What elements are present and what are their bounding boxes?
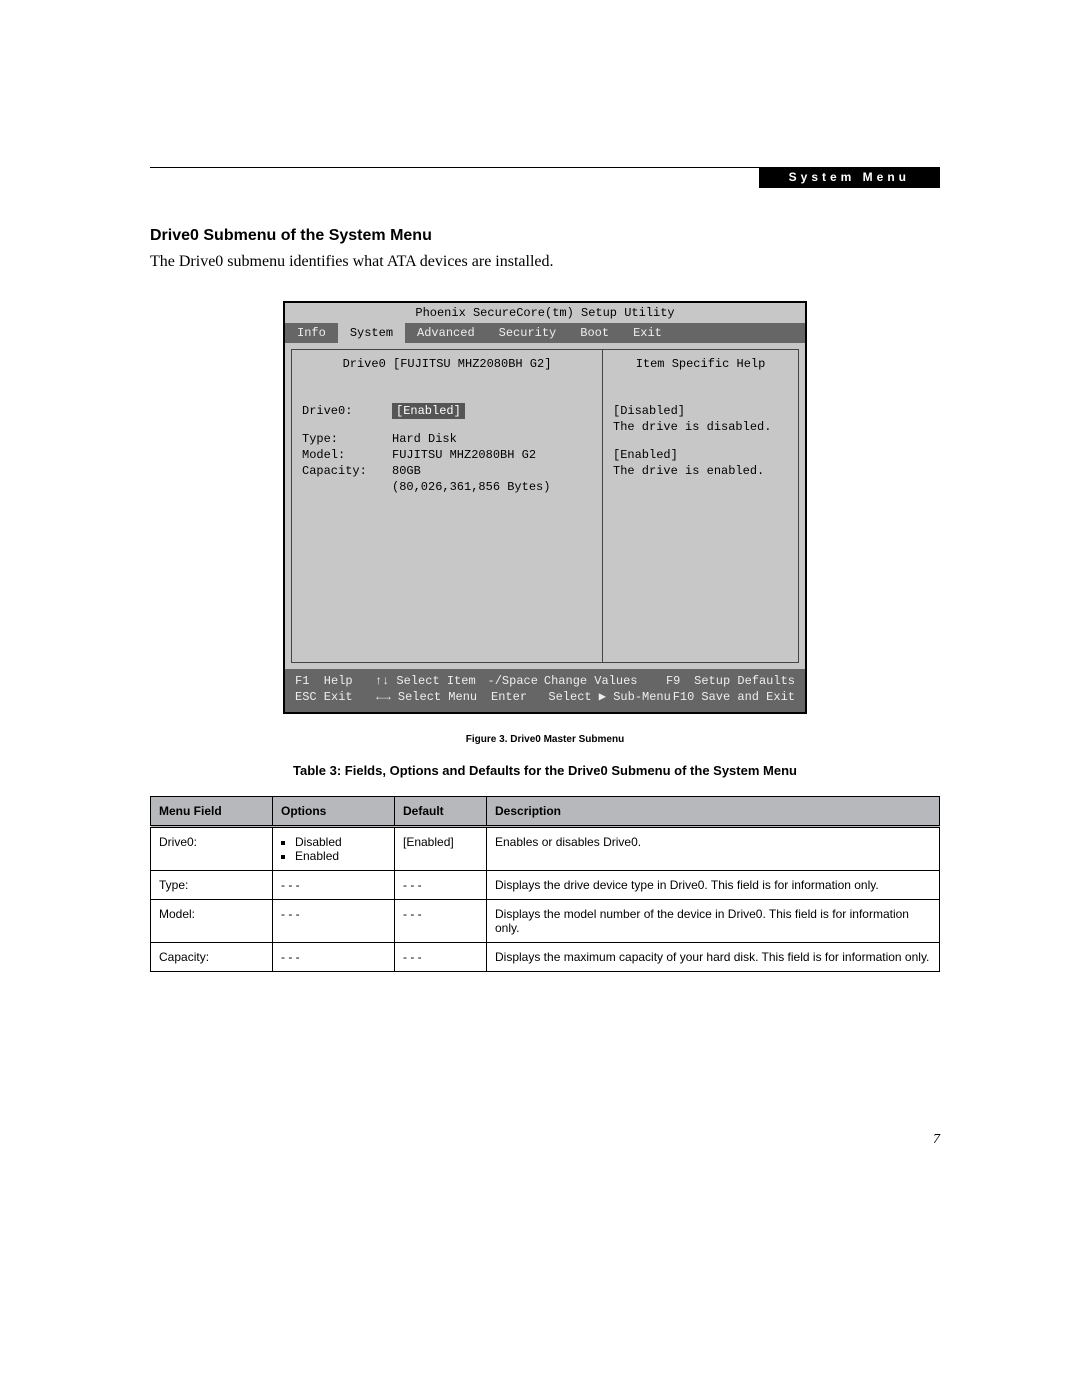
cell-default: - - - — [395, 900, 487, 943]
page-header: System Menu — [150, 167, 940, 187]
spec-table: Menu Field Options Default Description D… — [150, 796, 940, 972]
bios-tab-advanced: Advanced — [405, 323, 487, 343]
help-line: The drive is enabled. — [613, 463, 788, 479]
header-label: System Menu — [759, 167, 940, 188]
bios-footer: F1 Help ↑↓ Select Item -/Space Change Va… — [285, 669, 805, 713]
cell-options: - - - — [273, 943, 395, 972]
bios-field-label: Drive0: — [302, 403, 392, 419]
cell-menu-field: Model: — [151, 900, 273, 943]
bios-tab-security: Security — [487, 323, 569, 343]
bios-tab-system: System — [338, 323, 405, 343]
option-item: Enabled — [295, 849, 386, 863]
bios-tab-boot: Boot — [568, 323, 621, 343]
bios-capacity-value: 80GB — [392, 463, 592, 479]
bios-help-title: Item Specific Help — [613, 356, 788, 372]
th-options: Options — [273, 797, 395, 827]
bios-tab-info: Info — [285, 323, 338, 343]
bios-drive0-value: [Enabled] — [392, 403, 465, 419]
th-menu-field: Menu Field — [151, 797, 273, 827]
table-row: Model: - - - - - - Displays the model nu… — [151, 900, 940, 943]
cell-description: Displays the model number of the device … — [487, 900, 940, 943]
bf-change: Change Values — [544, 673, 666, 690]
cell-description: Enables or disables Drive0. — [487, 827, 940, 871]
cell-description: Displays the maximum capacity of your ha… — [487, 943, 940, 972]
bios-screenshot: Phoenix SecureCore(tm) Setup Utility Inf… — [283, 301, 807, 714]
bios-left-pane: Drive0 [FUJITSU MHZ2080BH G2] Drive0: [E… — [291, 349, 603, 662]
bios-field-label: Capacity: — [302, 463, 392, 479]
bios-type-value: Hard Disk — [392, 431, 592, 447]
bf-exit: ESC Exit — [295, 689, 376, 706]
cell-default: - - - — [395, 871, 487, 900]
table-row: Capacity: - - - - - - Displays the maxim… — [151, 943, 940, 972]
bf-selitem: ↑↓ Select Item — [375, 673, 488, 690]
cell-menu-field: Type: — [151, 871, 273, 900]
bf-defaults: Setup Defaults — [694, 673, 795, 690]
cell-description: Displays the drive device type in Drive0… — [487, 871, 940, 900]
bf-enter: Enter — [491, 689, 548, 706]
cell-options: - - - — [273, 900, 395, 943]
bf-help: F1 Help — [295, 673, 375, 690]
section-intro: The Drive0 submenu identifies what ATA d… — [150, 253, 940, 271]
bf-f9: F9 — [666, 673, 694, 690]
bios-capacity-bytes: (80,026,361,856 Bytes) — [392, 479, 592, 495]
section-title: Drive0 Submenu of the System Menu — [150, 227, 940, 245]
bf-save: Save and Exit — [701, 689, 795, 706]
th-default: Default — [395, 797, 487, 827]
bios-utility-title: Phoenix SecureCore(tm) Setup Utility — [285, 303, 805, 323]
bios-tab-exit: Exit — [621, 323, 674, 343]
bf-submenu: Select ▶ Sub-Menu — [548, 689, 672, 706]
help-line: The drive is disabled. — [613, 419, 788, 435]
th-description: Description — [487, 797, 940, 827]
cell-default: - - - — [395, 943, 487, 972]
cell-menu-field: Capacity: — [151, 943, 273, 972]
cell-default: [Enabled] — [395, 827, 487, 871]
cell-options: Disabled Enabled — [273, 827, 395, 871]
table-row: Type: - - - - - - Displays the drive dev… — [151, 871, 940, 900]
help-line: [Disabled] — [613, 403, 788, 419]
cell-options: - - - — [273, 871, 395, 900]
bf-space: -/Space — [488, 673, 544, 690]
bios-field-label: Model: — [302, 447, 392, 463]
bf-f10: F10 — [673, 689, 702, 706]
page-number: 7 — [150, 1132, 940, 1148]
cell-menu-field: Drive0: — [151, 827, 273, 871]
bf-selmenu: ←→ Select Menu — [376, 689, 491, 706]
figure-caption: Figure 3. Drive0 Master Submenu — [150, 734, 940, 745]
table-row: Drive0: Disabled Enabled [Enabled] Enabl… — [151, 827, 940, 871]
bios-tabs: Info System Advanced Security Boot Exit — [285, 323, 805, 343]
bios-help-pane: Item Specific Help [Disabled] The drive … — [603, 349, 799, 662]
help-line: [Enabled] — [613, 447, 788, 463]
bios-model-value: FUJITSU MHZ2080BH G2 — [392, 447, 592, 463]
bios-left-title: Drive0 [FUJITSU MHZ2080BH G2] — [302, 356, 592, 372]
table-title: Table 3: Fields, Options and Defaults fo… — [150, 763, 940, 778]
option-item: Disabled — [295, 835, 386, 849]
bios-field-label: Type: — [302, 431, 392, 447]
